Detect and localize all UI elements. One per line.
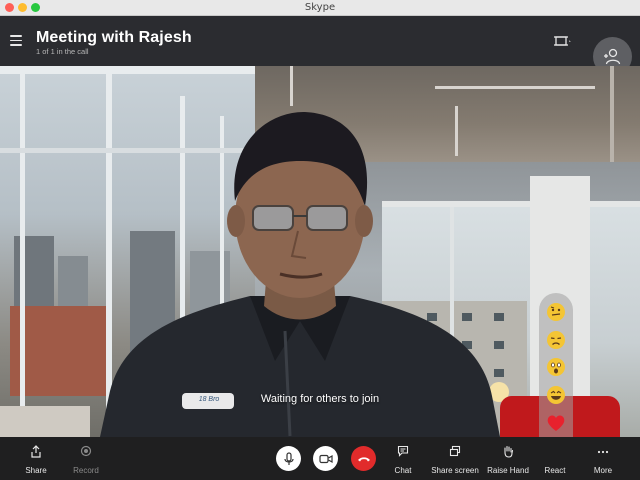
more-options-icon [597, 450, 609, 454]
share-screen-label: Share screen [431, 466, 479, 475]
microphone-icon [283, 451, 294, 465]
share-label: Share [25, 466, 47, 475]
react-label: React [544, 466, 566, 475]
add-person-icon [604, 48, 621, 65]
camera-button[interactable] [313, 446, 338, 471]
call-toolbar: Share Record Chat Share screen Raise Han… [0, 437, 640, 480]
share-icon [31, 445, 41, 458]
end-call-button[interactable] [351, 446, 376, 471]
window-title: Skype [304, 2, 336, 13]
raise-hand-button[interactable]: Raise Hand [486, 437, 530, 480]
chat-button[interactable]: Chat [388, 437, 418, 480]
chat-label: Chat [394, 466, 412, 475]
hang-up-icon [357, 456, 370, 461]
chat-icon [397, 445, 409, 457]
participant-count: 1 of 1 in the call [36, 47, 89, 56]
record-icon [80, 445, 92, 457]
share-button[interactable]: Share [20, 437, 52, 480]
record-button[interactable]: Record [70, 437, 102, 480]
laughing-emoji-icon[interactable] [546, 385, 566, 405]
switch-layout-icon[interactable] [552, 34, 572, 48]
thinking-emoji-icon[interactable] [546, 302, 566, 322]
meeting-title: Meeting with Rajesh [36, 29, 192, 46]
react-button[interactable]: React [540, 437, 570, 480]
more-label: More [593, 466, 613, 475]
record-label: Record [73, 466, 99, 475]
video-camera-icon [318, 454, 333, 463]
desk [0, 406, 90, 437]
heart-emoji-icon[interactable] [546, 413, 566, 433]
surprised-emoji-icon[interactable] [546, 357, 566, 377]
raise-hand-icon [504, 445, 514, 458]
microphone-button[interactable] [276, 446, 301, 471]
more-button[interactable]: More [588, 437, 618, 480]
raise-hand-label: Raise Hand [487, 466, 529, 475]
sad-emoji-icon[interactable] [546, 330, 566, 350]
window-title-bar: Skype [0, 0, 640, 16]
call-header: Meeting with Rajesh 1 of 1 in the call [0, 16, 640, 76]
share-screen-icon [449, 445, 461, 457]
menu-icon[interactable] [10, 35, 22, 46]
share-screen-button[interactable]: Share screen [428, 437, 482, 480]
participant-video [100, 111, 500, 437]
